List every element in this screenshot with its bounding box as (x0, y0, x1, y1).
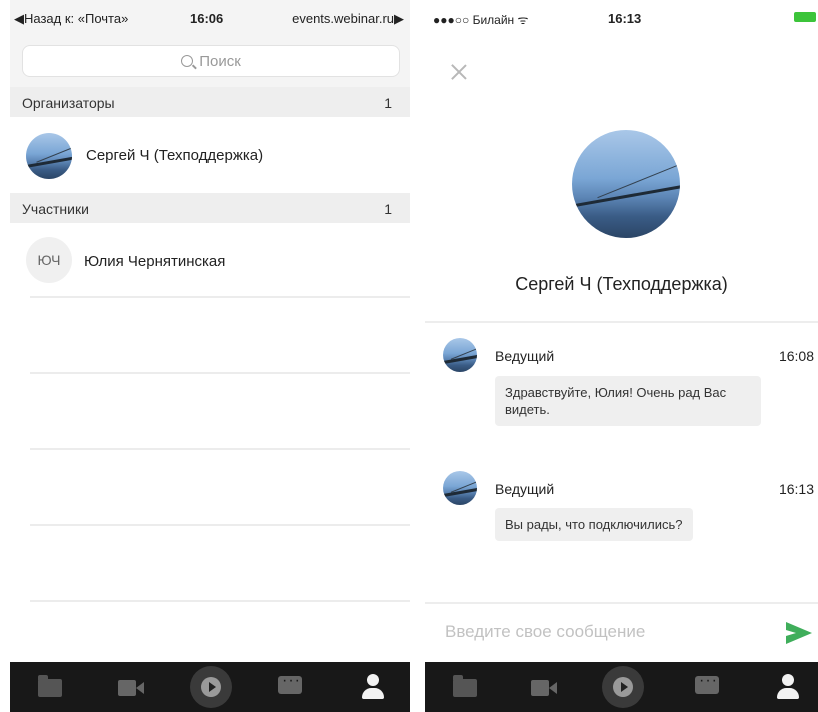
section-participants: Участники 1 (10, 193, 410, 223)
profile-name: Сергей Ч (Техподдержка) (515, 274, 728, 294)
avatar: ЮЧ (26, 237, 72, 283)
profile-avatar (572, 130, 680, 238)
status-bar: ●●●○○ Билайн ᯤ 16:13 (425, 0, 818, 36)
video-icon[interactable] (118, 680, 144, 696)
participant-row[interactable]: ЮЧ Юлия Чернятинская (10, 223, 410, 297)
folder-icon[interactable] (453, 675, 477, 697)
section-label: Организаторы (22, 95, 115, 111)
avatar (443, 338, 477, 372)
avatar (26, 133, 72, 179)
status-url-link[interactable]: events.webinar.ru▶ (292, 11, 404, 27)
section-count: 1 (384, 201, 392, 217)
status-time: 16:13 (608, 11, 642, 26)
section-count: 1 (384, 95, 392, 111)
list-divider (30, 600, 410, 602)
list-divider (30, 296, 410, 298)
tab-bar (10, 662, 410, 712)
message-author: Ведущий (495, 348, 555, 364)
video-icon[interactable] (531, 680, 557, 696)
folder-icon[interactable] (38, 675, 62, 697)
tab-bar (425, 662, 818, 712)
search-icon (181, 55, 194, 67)
search-placeholder: Поиск (199, 53, 241, 70)
message-bubble: Вы рады, что подключились? (495, 508, 693, 541)
avatar (443, 471, 477, 505)
message-author: Ведущий (495, 481, 555, 497)
participants-screen: ◀Назад к: «Почта» 16:06 events.webinar.r… (10, 0, 410, 712)
organizer-row[interactable]: Сергей Ч (Техподдержка) (10, 117, 410, 193)
divider (425, 321, 818, 323)
close-icon[interactable] (449, 62, 469, 82)
participant-name: Юлия Чернятинская (84, 253, 226, 270)
status-time: 16:06 (190, 11, 224, 26)
list-divider (30, 524, 410, 526)
chat-icon[interactable] (695, 672, 719, 694)
section-label: Участники (22, 201, 89, 217)
send-icon[interactable] (786, 622, 812, 644)
message-time: 16:08 (778, 348, 814, 364)
play-icon[interactable] (602, 666, 644, 708)
status-carrier: ●●●○○ Билайн ᯤ (433, 13, 529, 27)
back-to-mail-link[interactable]: ◀Назад к: «Почта» (14, 11, 128, 27)
chat-icon[interactable] (278, 672, 302, 694)
user-icon[interactable] (362, 674, 384, 700)
divider (425, 602, 818, 604)
organizer-name: Сергей Ч (Техподдержка) (86, 147, 264, 164)
message-bubble: Здравствуйте, Юлия! Очень рад Вас видеть… (495, 376, 761, 426)
message-input[interactable]: Введите свое сообщение (445, 622, 645, 642)
search-input[interactable]: Поиск (22, 45, 400, 77)
user-icon[interactable] (777, 674, 799, 700)
list-divider (30, 448, 410, 450)
play-icon[interactable] (190, 666, 232, 708)
section-organizers: Организаторы 1 (10, 87, 410, 117)
status-bar: ◀Назад к: «Почта» 16:06 events.webinar.r… (10, 0, 410, 36)
message-time: 16:13 (778, 481, 814, 497)
list-divider (30, 372, 410, 374)
private-chat-screen: ●●●○○ Билайн ᯤ 16:13 Сергей Ч (Техподдер… (425, 0, 818, 712)
battery-icon (794, 12, 816, 22)
